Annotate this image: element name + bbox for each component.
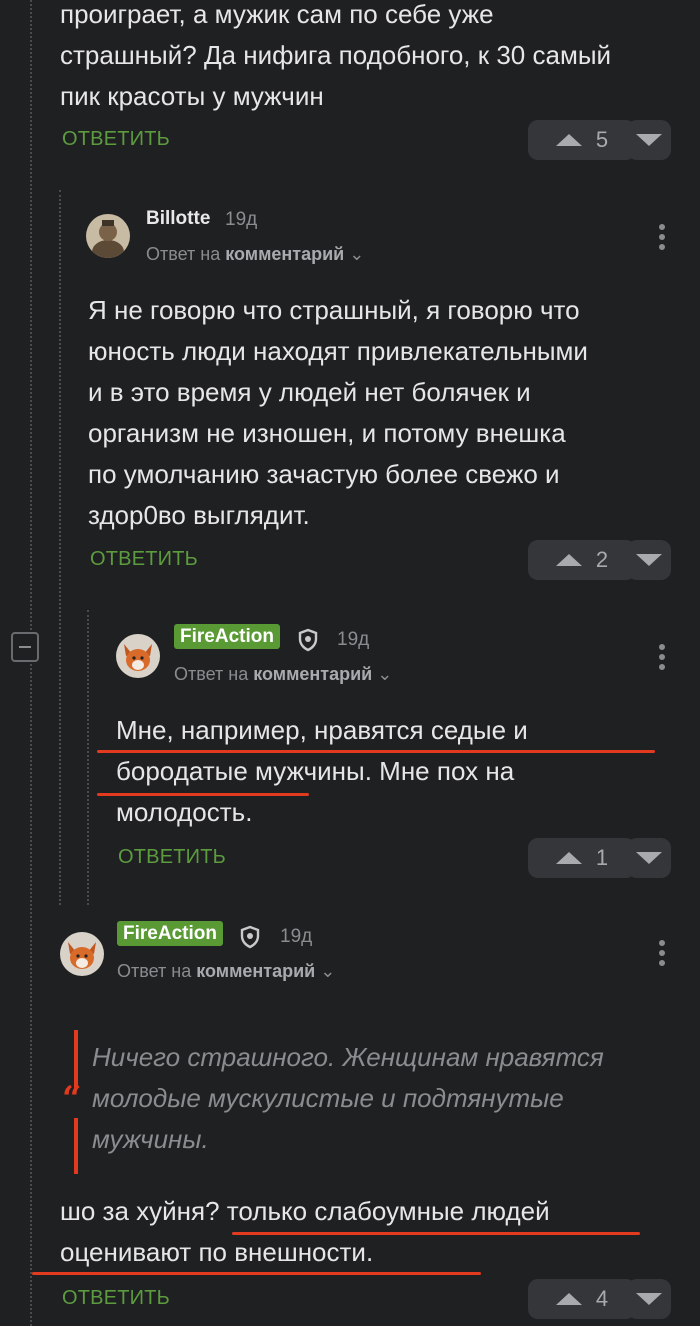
comment-text-line: по умолчанию зачастую более свежо и [88, 459, 560, 489]
downvote-icon [636, 134, 662, 146]
username[interactable]: Billotte [146, 208, 210, 230]
comment-text-line: шо за хуйня? только слабоумные людей [60, 1196, 550, 1226]
reply-to-meta[interactable]: Ответ на комментарий ⌄ [117, 961, 335, 982]
highlight-underline [232, 1232, 640, 1235]
thread-line [30, 0, 32, 1326]
comment-text-line: здор0во выглядит. [88, 500, 310, 530]
upvote-icon [555, 852, 582, 864]
highlight-underline [32, 1272, 481, 1275]
fox-avatar-icon [116, 634, 160, 678]
quote-text-line: Ничего страшного. Женщинам нравятся [92, 1042, 604, 1072]
upvote-icon [555, 134, 582, 146]
comment-text-line: страшный? Да нифига подобного, к 30 самы… [60, 40, 612, 70]
comment-text-line: организм не изношен, и потому внешка [88, 418, 566, 448]
shield-icon [296, 628, 320, 657]
downvote-button[interactable] [627, 540, 671, 580]
user-avatar-icon [86, 214, 130, 258]
upvote-icon [555, 554, 582, 566]
downvote-button[interactable] [627, 838, 671, 878]
upvote-button[interactable]: 2 [528, 540, 636, 580]
avatar[interactable] [116, 634, 160, 678]
vote-count: 5 [595, 127, 609, 152]
collapse-thread-button[interactable] [11, 632, 39, 662]
vote-count: 2 [595, 547, 609, 572]
timestamp: 19д [225, 209, 258, 230]
vote-count: 4 [595, 1286, 609, 1311]
comment-text-line: проиграет, а мужик сам по себе уже [60, 0, 494, 29]
more-options-icon[interactable] [659, 644, 665, 674]
comment-text-line: оценивают по внешности. [60, 1237, 374, 1267]
downvote-icon [636, 554, 662, 566]
thread-line [87, 610, 89, 905]
chevron-down-icon: ⌄ [349, 244, 365, 264]
timestamp: 19д [280, 926, 313, 947]
chevron-down-icon: ⌄ [320, 961, 336, 981]
downvote-button[interactable] [627, 1279, 671, 1319]
timestamp: 19д [337, 629, 370, 650]
upvote-button[interactable]: 1 [528, 838, 636, 878]
reply-button[interactable]: ОТВЕТИТЬ [90, 548, 198, 571]
upvote-button[interactable]: 4 [528, 1279, 636, 1319]
thread-line [59, 190, 61, 905]
quote-text-line: молодые мускулистые и подтянутые [92, 1083, 564, 1113]
avatar[interactable] [86, 214, 130, 258]
quote-icon: “ [62, 1079, 82, 1119]
avatar[interactable] [60, 932, 104, 976]
reply-button[interactable]: ОТВЕТИТЬ [118, 846, 226, 869]
vote-count: 1 [595, 845, 609, 870]
highlight-underline [97, 793, 309, 796]
comment-text-line: молодость. [116, 797, 253, 827]
reply-button[interactable]: ОТВЕТИТЬ [62, 128, 170, 151]
reply-to-meta[interactable]: Ответ на комментарий ⌄ [174, 664, 392, 685]
username[interactable]: FireAction [174, 624, 280, 649]
downvote-icon [636, 852, 662, 864]
more-options-icon[interactable] [659, 224, 665, 254]
upvote-icon [555, 1293, 582, 1305]
downvote-button[interactable] [627, 120, 671, 160]
username[interactable]: FireAction [117, 921, 223, 946]
comment-text-line: и в это время у людей нет болячек и [88, 377, 531, 407]
comment-text-line: Мне, например, нравятся седые и [116, 715, 528, 745]
comment-text-line: Я не говорю что страшный, я говорю что [88, 295, 580, 325]
quote-bar [74, 1118, 78, 1174]
more-options-icon[interactable] [659, 940, 665, 970]
fox-avatar-icon [60, 932, 104, 976]
highlight-underline [97, 750, 655, 753]
comment-text-line: пик красоты у мужчин [60, 81, 324, 111]
downvote-icon [636, 1293, 662, 1305]
shield-icon [238, 925, 262, 954]
quote-text-line: мужчины. [92, 1124, 209, 1154]
upvote-button[interactable]: 5 [528, 120, 636, 160]
comment-text-line: юность люди находят привлекательными [88, 336, 588, 366]
comment-text-line: бородатые мужчины. Мне пох на [116, 756, 515, 786]
chevron-down-icon: ⌄ [377, 664, 393, 684]
reply-button[interactable]: ОТВЕТИТЬ [62, 1287, 170, 1310]
reply-to-meta[interactable]: Ответ на комментарий ⌄ [146, 244, 364, 265]
